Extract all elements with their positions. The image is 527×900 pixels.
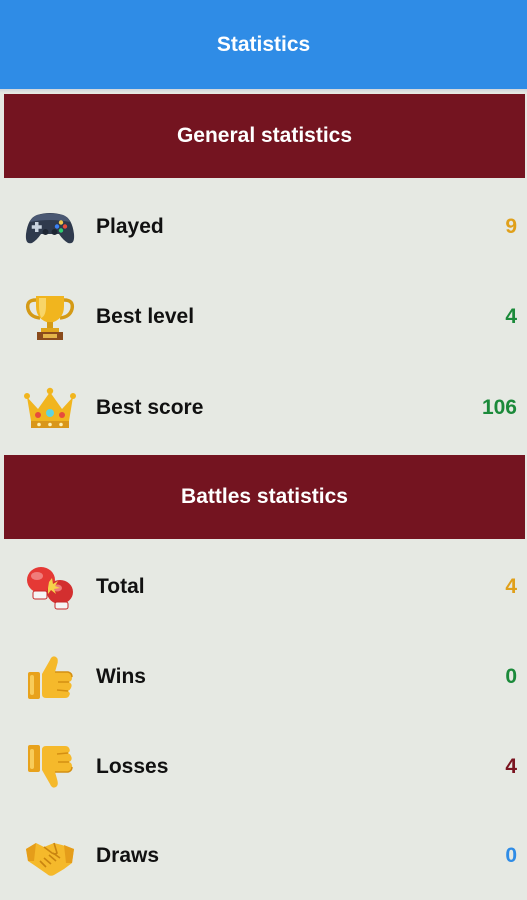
stat-row-best-level: Best level 4	[0, 287, 527, 347]
battles-statistics-header: Battles statistics	[4, 455, 525, 539]
boxing-gloves-icon	[27, 567, 73, 610]
stat-row-wins: Wins 0	[0, 647, 527, 707]
general-statistics-header: General statistics	[4, 94, 525, 178]
total-label: Total	[96, 575, 145, 598]
page-title: Statistics	[216, 32, 311, 56]
app-bar-shadow	[0, 89, 527, 93]
stat-row-best-score: Best score 106	[0, 378, 527, 438]
thumbs-down-icon	[28, 745, 73, 788]
losses-value: 4	[505, 755, 517, 778]
losses-label: Losses	[96, 755, 169, 778]
draws-value: 0	[505, 844, 517, 867]
best-score-value: 106	[481, 396, 517, 419]
handshake-icon	[26, 842, 74, 876]
best-level-value: 4	[505, 305, 517, 328]
best-level-label: Best level	[96, 305, 195, 328]
thumbs-up-icon	[28, 656, 73, 699]
crown-icon	[24, 387, 76, 428]
draws-label: Draws	[96, 844, 160, 867]
wins-value: 0	[505, 665, 517, 688]
general-statistics-title: General statistics	[176, 124, 353, 147]
total-value: 4	[505, 575, 517, 598]
stat-row-total: Total 4	[0, 557, 527, 617]
best-score-label: Best score	[96, 396, 204, 419]
stat-row-draws: Draws 0	[0, 826, 527, 886]
trophy-icon	[25, 296, 75, 340]
stat-row-losses: Losses 4	[0, 737, 527, 797]
played-value: 9	[505, 215, 517, 238]
battles-statistics-title: Battles statistics	[181, 485, 348, 508]
game-controller-icon	[25, 213, 75, 244]
played-label: Played	[96, 215, 164, 238]
wins-label: Wins	[96, 665, 146, 688]
app-bar: Statistics	[0, 0, 527, 89]
stat-row-played: Played 9	[0, 197, 527, 257]
